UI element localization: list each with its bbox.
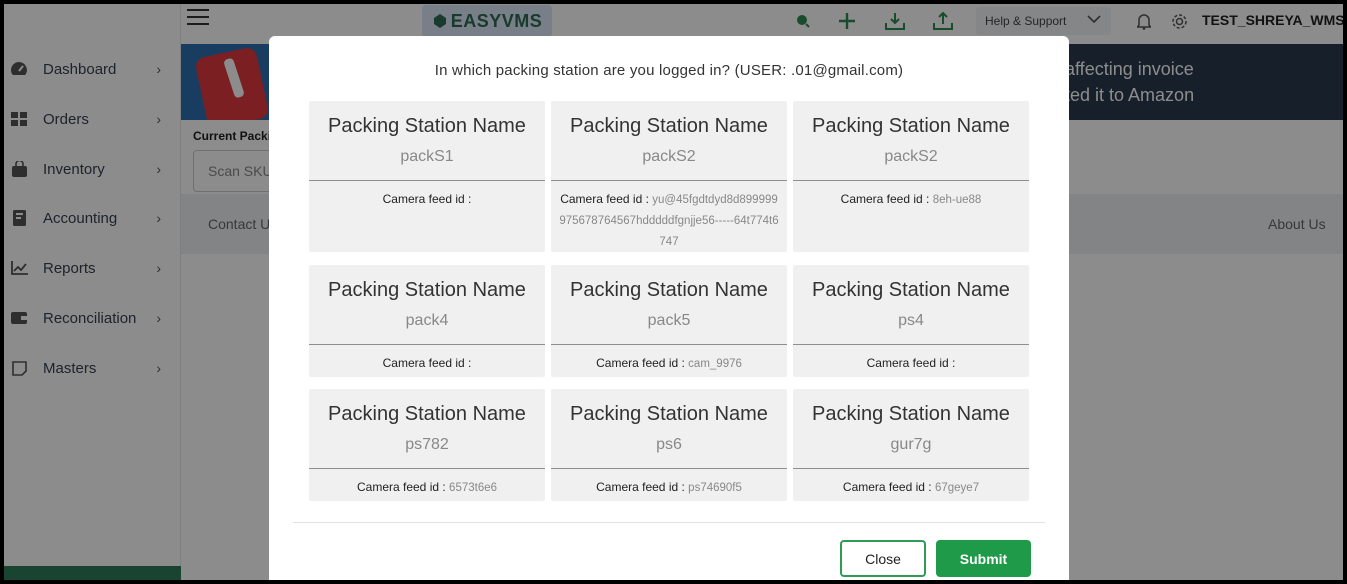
packing-station-modal: In which packing station are you logged … <box>269 36 1069 580</box>
submit-button[interactable]: Submit <box>936 540 1031 577</box>
station-card[interactable]: Packing Station Name ps4 Camera feed id : <box>793 265 1029 377</box>
station-id: ps6 <box>656 436 682 453</box>
station-card[interactable]: Packing Station Name pack5 Camera feed id… <box>551 265 787 377</box>
modal-title: In which packing station are you logged … <box>434 62 904 79</box>
camera-feed-label: Camera feed id : <box>840 192 930 206</box>
station-name-label: Packing Station Name <box>570 115 768 137</box>
camera-feed-value: 67geye7 <box>934 482 980 494</box>
close-button[interactable]: Close <box>840 540 926 577</box>
station-name-label: Packing Station Name <box>328 403 526 425</box>
station-card[interactable]: Packing Station Name gur7g Camera feed id… <box>793 389 1029 501</box>
camera-feed-label: Camera feed id : <box>596 480 685 494</box>
camera-feed: Camera feed id : 67geye7 <box>793 469 1029 506</box>
camera-feed: Camera feed id : ps74690f5 <box>551 469 787 506</box>
camera-feed: Camera feed id : 6573t6e6 <box>309 469 545 506</box>
station-id: packS2 <box>884 148 938 165</box>
app-window: Dashboard › Orders › Inventory › Account… <box>4 4 1343 580</box>
station-card[interactable]: Packing Station Name packS2 Camera feed i… <box>793 101 1029 252</box>
station-card[interactable]: Packing Station Name ps6 Camera feed id :… <box>551 389 787 501</box>
camera-feed-label: Camera feed id : <box>596 356 685 370</box>
camera-feed-label: Camera feed id : <box>560 192 649 206</box>
station-id: packS1 <box>400 148 454 165</box>
camera-feed-label: Camera feed id : <box>356 480 446 494</box>
station-card[interactable]: Packing Station Name packS2 Camera feed i… <box>551 101 787 252</box>
station-name-label: Packing Station Name <box>328 115 526 137</box>
modal-divider <box>293 522 1045 523</box>
station-name-label: Packing Station Name <box>812 403 1010 425</box>
camera-feed-label: Camera feed id : <box>382 356 472 370</box>
station-name-label: Packing Station Name <box>812 279 1010 301</box>
camera-feed-label: Camera feed id : <box>382 192 472 206</box>
station-id: gur7g <box>890 436 932 453</box>
station-name-label: Packing Station Name <box>570 403 768 425</box>
camera-feed-label: Camera feed id : <box>842 480 932 494</box>
camera-feed-value: cam_9976 <box>688 358 742 370</box>
camera-feed-value: ps74690f5 <box>688 482 742 494</box>
camera-feed-value: 6573t6e6 <box>449 482 498 494</box>
camera-feed: Camera feed id : <box>309 181 545 218</box>
station-id: ps782 <box>405 436 449 453</box>
camera-feed-value: 8eh-ue88 <box>932 194 982 206</box>
station-id: pack4 <box>405 312 449 329</box>
camera-feed: Camera feed id : <box>793 345 1029 382</box>
station-id: pack5 <box>647 312 691 329</box>
station-card[interactable]: Packing Station Name packS1 Camera feed i… <box>309 101 545 252</box>
camera-feed-label: Camera feed id : <box>866 356 956 370</box>
camera-feed: Camera feed id : yu@45fgdtdyd8d899999975… <box>551 181 787 260</box>
camera-feed: Camera feed id : <box>309 345 545 382</box>
station-name-label: Packing Station Name <box>328 279 526 301</box>
camera-feed: Camera feed id : cam_9976 <box>551 345 787 382</box>
station-name-label: Packing Station Name <box>570 279 768 301</box>
station-card[interactable]: Packing Station Name pack4 Camera feed id… <box>309 265 545 377</box>
station-name-label: Packing Station Name <box>812 115 1010 137</box>
camera-feed: Camera feed id : 8eh-ue88 <box>793 181 1029 218</box>
station-card[interactable]: Packing Station Name ps782 Camera feed id… <box>309 389 545 501</box>
station-id: ps4 <box>898 312 924 329</box>
station-id: packS2 <box>642 148 696 165</box>
